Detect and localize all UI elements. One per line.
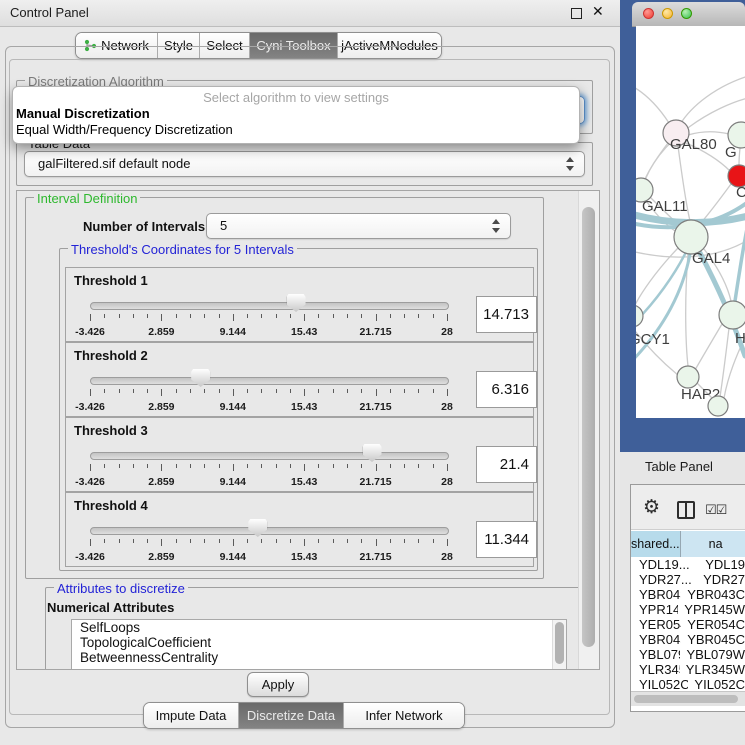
columns-icon[interactable] (677, 501, 695, 519)
table-row[interactable]: YER054CYER054C (631, 617, 745, 632)
slider-track[interactable] (90, 302, 449, 310)
network-node[interactable] (719, 301, 745, 329)
group-title: Attributes to discretize (54, 581, 188, 596)
threshold-panel: Threshold 3 -3.4262.8599.14415.4321.7152… (65, 417, 534, 492)
select-columns-icon[interactable]: ☑☑ (705, 502, 726, 518)
tab-label: Discretize Data (247, 708, 335, 723)
threshold-panel: Threshold 4 -3.4262.8599.14415.4321.7152… (65, 492, 534, 567)
group-title: Interval Definition (34, 191, 140, 206)
combobox-value: 5 (220, 214, 227, 238)
network-node[interactable] (677, 366, 699, 388)
network-node[interactable] (674, 220, 708, 254)
gear-icon[interactable]: ⚙ (643, 496, 660, 519)
slider-ticks (90, 539, 447, 548)
slider-ticks (90, 389, 447, 398)
close-icon[interactable]: ✕ (592, 3, 604, 20)
table-header: shared... na (631, 531, 745, 557)
settings-scrollpane: Interval Definition Number of Intervals … (16, 190, 600, 670)
slider-scale: -3.4262.8599.14415.4321.71528 (90, 326, 447, 338)
control-panel-titlebar: Control Panel ✕ (0, 0, 620, 27)
slider-scale: -3.4262.8599.14415.4321.71528 (90, 551, 447, 563)
slider-scale: -3.4262.8599.14415.4321.71528 (90, 476, 447, 488)
panel-title: Control Panel (10, 5, 89, 20)
node-label: GCY1 (636, 331, 670, 348)
table-row[interactable]: YDL19...YDL19 (631, 557, 745, 572)
node-label: GAL80 (670, 136, 717, 153)
tab-infer-network[interactable]: Infer Network (344, 703, 464, 728)
threshold-value-field[interactable]: 14.713 (476, 296, 537, 333)
node-label: C (736, 184, 745, 201)
apply-button[interactable]: Apply (247, 672, 309, 697)
threshold-label: Threshold 1 (74, 273, 148, 288)
attribute-item[interactable]: TopologicalCoefficient (72, 635, 566, 650)
dropdown-item-manual-discretization[interactable]: Manual Discretization (16, 106, 150, 121)
combobox-value: galFiltered.sif default node (38, 152, 190, 176)
table-data-combobox[interactable]: galFiltered.sif default node (24, 151, 585, 177)
column-header-shared-name[interactable]: shared... (631, 531, 681, 557)
node-label: H (735, 330, 745, 347)
tab-discretize-data[interactable]: Discretize Data (239, 703, 344, 728)
table-rows[interactable]: YDL19...YDL19YDR27...YDR27YBR043CYBR043C… (631, 557, 745, 691)
group-title: Threshold's Coordinates for 5 Intervals (68, 242, 297, 257)
dropdown-item-equal-width[interactable]: Equal Width/Frequency Discretization (16, 122, 233, 137)
table-row[interactable]: YDR27...YDR27 (631, 572, 745, 587)
float-window-icon[interactable] (571, 8, 582, 19)
attribute-item[interactable]: BetweennessCentrality (72, 650, 566, 665)
threshold-panel: Threshold 2 -3.4262.8599.14415.4321.7152… (65, 342, 534, 417)
numerical-attributes-list[interactable]: SelfLoopsTopologicalCoefficientBetweenne… (71, 619, 567, 670)
dropdown-placeholder-item[interactable]: Select algorithm to view settings (13, 90, 579, 105)
attribute-item[interactable]: SelfLoops (72, 620, 566, 635)
slider-track[interactable] (90, 527, 449, 535)
vertical-scrollbar[interactable] (578, 191, 599, 669)
number-of-intervals-label: Number of Intervals (83, 219, 205, 234)
node-label: GAL11 (642, 198, 688, 215)
bottom-tab-bar: Impute Data Discretize Data Infer Networ… (143, 702, 465, 729)
scrollbar-thumb[interactable] (582, 207, 595, 647)
table-row[interactable]: YBR043CYBR043C (631, 587, 745, 602)
slider-track[interactable] (90, 377, 449, 385)
table-row[interactable]: YPR145WYPR145W (631, 602, 745, 617)
network-view-canvas[interactable]: GAL80GCGAL11GAL4GCY1HHAP2 (636, 26, 745, 418)
column-header-name[interactable]: na (681, 531, 745, 557)
threshold-value-field[interactable]: 11.344 (476, 521, 537, 558)
table-row[interactable]: YBR045CYBR045C (631, 632, 745, 647)
threshold-value-field[interactable]: 6.316 (476, 371, 537, 408)
window-zoom-icon[interactable] (681, 8, 692, 19)
table-row[interactable]: YBL079WYBL079W (631, 647, 745, 662)
scrollbar-thumb[interactable] (634, 695, 738, 703)
threshold-value-field[interactable]: 21.4 (476, 446, 537, 483)
tab-label: Infer Network (365, 708, 442, 723)
apply-label: Apply (262, 677, 295, 692)
threshold-panel: Threshold 1 -3.4262.8599.14415.4321.7152… (65, 267, 534, 342)
numerical-attributes-label: Numerical Attributes (47, 600, 174, 615)
tab-impute-data[interactable]: Impute Data (144, 703, 239, 728)
stepper-icon (492, 219, 501, 233)
slider-ticks (90, 464, 447, 473)
table-panel-title: Table Panel (645, 459, 713, 474)
node-label: G (725, 144, 737, 161)
stepper-icon (566, 157, 575, 171)
table-row[interactable]: YIL052CYIL052C (631, 677, 745, 691)
window-close-icon[interactable] (643, 8, 654, 19)
threshold-label: Threshold 4 (74, 498, 148, 513)
control-panel: Control Panel ✕ Network Style Select Cyn… (0, 0, 620, 745)
number-of-intervals-combobox[interactable]: 5 (206, 213, 511, 239)
algorithm-dropdown-popup: Select algorithm to view settings Manual… (12, 86, 580, 144)
network-node[interactable] (708, 396, 728, 416)
tab-label: Impute Data (156, 708, 227, 723)
threshold-label: Threshold 3 (74, 423, 148, 438)
horizontal-scrollbar[interactable] (631, 691, 745, 706)
window-minimize-icon[interactable] (662, 8, 673, 19)
network-node[interactable] (636, 305, 643, 327)
table-row[interactable]: YLR345WYLR345W (631, 662, 745, 677)
slider-track[interactable] (90, 452, 449, 460)
slider-scale: -3.4262.8599.14415.4321.71528 (90, 401, 447, 413)
threshold-label: Threshold 2 (74, 348, 148, 363)
list-scrollbar[interactable] (552, 620, 566, 670)
slider-ticks (90, 314, 447, 323)
node-label: GAL4 (692, 250, 730, 267)
